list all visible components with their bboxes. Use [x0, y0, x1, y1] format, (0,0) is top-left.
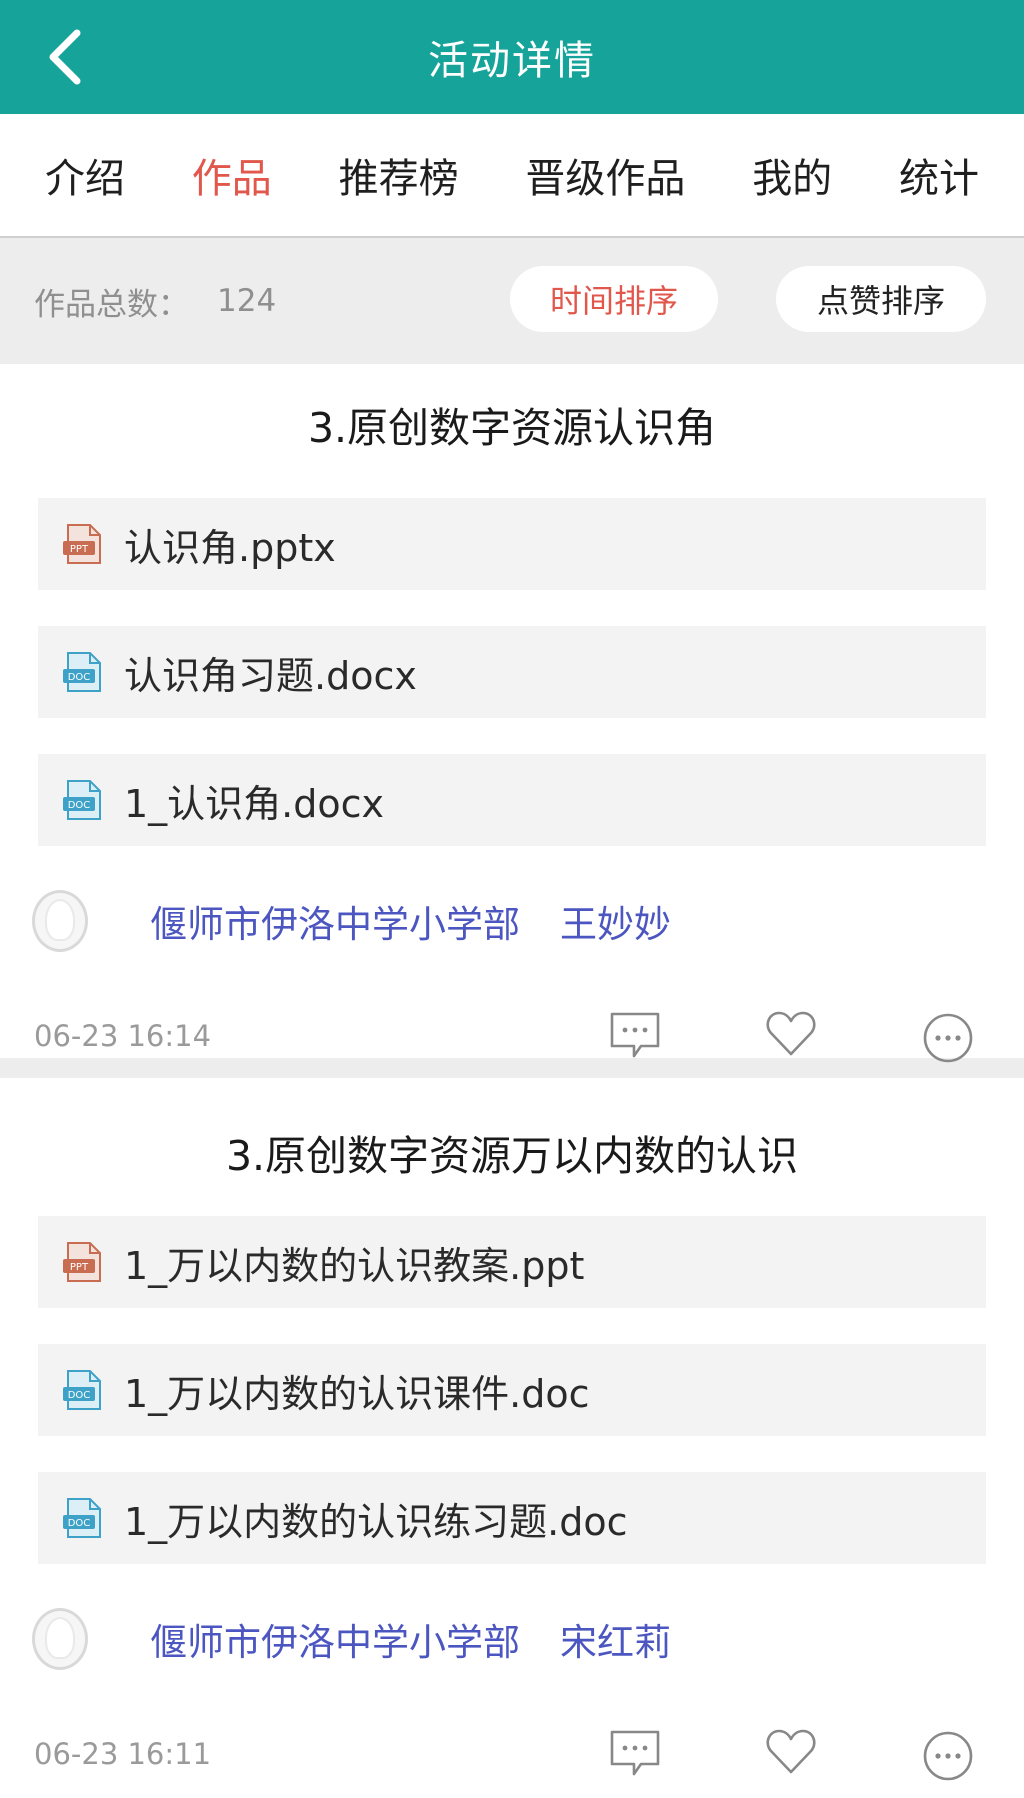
- file-name: 1_认识角.docx: [124, 781, 385, 826]
- tab-works[interactable]: 作品: [192, 146, 272, 204]
- app-bar: 活动详情: [0, 0, 1024, 114]
- svg-text:PPT: PPT: [70, 544, 89, 555]
- tab-recommend[interactable]: 推荐榜: [339, 146, 459, 204]
- file-name: 认识角.pptx: [124, 525, 336, 570]
- work-title[interactable]: 3.原创数字资源万以内数的认识: [0, 1078, 1024, 1216]
- comment-icon[interactable]: [607, 1006, 663, 1062]
- file-name: 认识角习题.docx: [124, 653, 417, 698]
- svg-text:DOC: DOC: [68, 1518, 91, 1529]
- ppt-file-icon: PPT: [63, 524, 101, 564]
- work-card: 3.原创数字资源万以内数的认识 PPT 1_万以内数的认识教案.ppt DOC …: [0, 1078, 1024, 1798]
- author-link[interactable]: 宋红莉: [560, 1612, 671, 1666]
- author-row: 偃师市伊洛中学小学部 宋红莉: [0, 1564, 1024, 1714]
- timestamp: 06-23 16:14: [34, 1019, 212, 1053]
- tab-intro[interactable]: 介绍: [45, 146, 125, 204]
- more-icon[interactable]: [920, 1728, 976, 1784]
- tab-mine[interactable]: 我的: [752, 146, 832, 204]
- back-button[interactable]: [30, 22, 100, 92]
- work-card: 3.原创数字资源认识角 PPT 认识角.pptx DOC 认识角习题.docx …: [0, 364, 1024, 1063]
- sort-by-time-button[interactable]: 时间排序: [510, 266, 718, 332]
- chevron-left-icon: [49, 29, 81, 85]
- author-row: 偃师市伊洛中学小学部 王妙妙: [0, 846, 1024, 996]
- file-item[interactable]: DOC 认识角习题.docx: [38, 626, 986, 718]
- tab-bar: 介绍 作品 推荐榜 晋级作品 我的 统计: [0, 114, 1024, 238]
- svg-text:PPT: PPT: [70, 1262, 89, 1273]
- comment-icon[interactable]: [607, 1724, 663, 1780]
- author-link[interactable]: 王妙妙: [560, 894, 671, 948]
- svg-text:DOC: DOC: [68, 1390, 91, 1401]
- file-item[interactable]: DOC 1_万以内数的认识课件.doc: [38, 1344, 986, 1436]
- file-name: 1_万以内数的认识练习题.doc: [124, 1499, 628, 1544]
- avatar[interactable]: [32, 1608, 88, 1670]
- file-item[interactable]: PPT 1_万以内数的认识教案.ppt: [38, 1216, 986, 1308]
- svg-text:DOC: DOC: [68, 800, 91, 811]
- tab-stats[interactable]: 统计: [899, 146, 979, 204]
- svg-text:DOC: DOC: [68, 672, 91, 683]
- summary-bar: 作品总数： 124 时间排序 点赞排序: [0, 238, 1024, 364]
- doc-file-icon: DOC: [63, 780, 101, 820]
- heart-icon[interactable]: [763, 1006, 819, 1062]
- file-name: 1_万以内数的认识教案.ppt: [124, 1243, 585, 1288]
- school-link[interactable]: 偃师市伊洛中学小学部: [150, 1612, 520, 1666]
- more-icon[interactable]: [920, 1010, 976, 1066]
- sort-by-likes-button[interactable]: 点赞排序: [776, 266, 986, 332]
- works-total-count: 124: [217, 283, 277, 319]
- doc-file-icon: DOC: [63, 652, 101, 692]
- heart-icon[interactable]: [763, 1724, 819, 1780]
- tab-promoted[interactable]: 晋级作品: [525, 146, 685, 204]
- work-meta-row: 06-23 16:14: [0, 996, 1024, 1076]
- work-title[interactable]: 3.原创数字资源认识角: [0, 364, 1024, 498]
- doc-file-icon: DOC: [63, 1498, 101, 1538]
- file-item[interactable]: DOC 1_认识角.docx: [38, 754, 986, 846]
- school-link[interactable]: 偃师市伊洛中学小学部: [150, 894, 520, 948]
- ppt-file-icon: PPT: [63, 1242, 101, 1282]
- avatar[interactable]: [32, 890, 88, 952]
- timestamp: 06-23 16:11: [34, 1737, 212, 1771]
- file-name: 1_万以内数的认识课件.doc: [124, 1371, 590, 1416]
- page-title: 活动详情: [428, 38, 596, 84]
- doc-file-icon: DOC: [63, 1370, 101, 1410]
- works-total-label: 作品总数：: [34, 286, 189, 323]
- file-item[interactable]: PPT 认识角.pptx: [38, 498, 986, 590]
- work-meta-row: 06-23 16:11: [0, 1714, 1024, 1794]
- file-item[interactable]: DOC 1_万以内数的认识练习题.doc: [38, 1472, 986, 1564]
